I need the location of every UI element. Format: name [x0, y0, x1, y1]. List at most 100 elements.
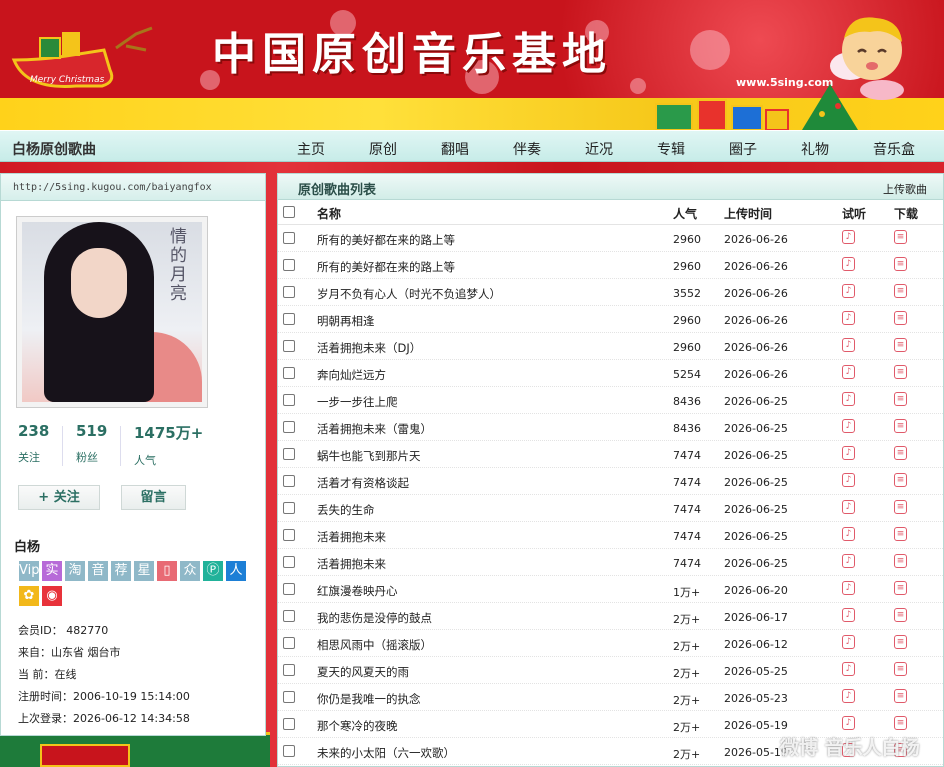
- song-name[interactable]: 活着才有资格谈起: [317, 475, 409, 491]
- download-icon[interactable]: ≡: [894, 311, 907, 325]
- listen-icon[interactable]: ♪: [842, 635, 855, 649]
- download-icon[interactable]: ≡: [894, 608, 907, 622]
- nav-item-accompaniment[interactable]: 伴奏: [513, 139, 541, 159]
- nav-item-circles[interactable]: 圈子: [729, 139, 757, 159]
- download-icon[interactable]: ≡: [894, 689, 907, 703]
- listen-icon[interactable]: ♪: [842, 662, 855, 676]
- row-checkbox[interactable]: [283, 691, 295, 703]
- nav-item-gifts[interactable]: 礼物: [801, 139, 829, 159]
- song-name[interactable]: 未来的小太阳（六一欢歌）: [317, 745, 455, 761]
- listen-icon[interactable]: ♪: [842, 311, 855, 325]
- song-name[interactable]: 相思风雨中（摇滚版）: [317, 637, 432, 653]
- row-checkbox[interactable]: [283, 259, 295, 271]
- follow-button[interactable]: + 关注: [18, 485, 100, 510]
- listen-icon[interactable]: ♪: [842, 716, 855, 730]
- row-checkbox[interactable]: [283, 394, 295, 406]
- listen-icon[interactable]: ♪: [842, 338, 855, 352]
- nav-brand[interactable]: 白杨原创歌曲: [12, 139, 96, 159]
- row-checkbox[interactable]: [283, 286, 295, 298]
- member-badge-icon[interactable]: 淘: [65, 561, 85, 581]
- listen-icon[interactable]: ♪: [842, 689, 855, 703]
- download-icon[interactable]: ≡: [894, 581, 907, 595]
- listen-icon[interactable]: ♪: [842, 500, 855, 514]
- nav-item-home[interactable]: 主页: [297, 139, 325, 159]
- member-badge-icon[interactable]: ◉: [42, 586, 62, 606]
- download-icon[interactable]: ≡: [894, 257, 907, 271]
- member-badge-icon[interactable]: 人: [226, 561, 246, 581]
- profile-url[interactable]: http://5sing.kugou.com/baiyangfox: [1, 174, 265, 201]
- song-name[interactable]: 你仍是我唯一的执念: [317, 691, 421, 707]
- song-name[interactable]: 那个寒冷的夜晚: [317, 718, 398, 734]
- listen-icon[interactable]: ♪: [842, 527, 855, 541]
- song-name[interactable]: 活着拥抱未来（DJ）: [317, 340, 421, 356]
- song-name[interactable]: 夏天的风夏天的雨: [317, 664, 409, 680]
- avatar[interactable]: 情的月亮: [16, 216, 208, 408]
- listen-icon[interactable]: ♪: [842, 365, 855, 379]
- row-checkbox[interactable]: [283, 718, 295, 730]
- listen-icon[interactable]: ♪: [842, 473, 855, 487]
- listen-icon[interactable]: ♪: [842, 392, 855, 406]
- row-checkbox[interactable]: [283, 745, 295, 757]
- row-checkbox[interactable]: [283, 502, 295, 514]
- select-all-checkbox[interactable]: [283, 206, 295, 218]
- member-badge-icon[interactable]: ▯: [157, 561, 177, 581]
- listen-icon[interactable]: ♪: [842, 257, 855, 271]
- download-icon[interactable]: ≡: [894, 500, 907, 514]
- member-badge-icon[interactable]: Ⓟ: [203, 561, 223, 581]
- song-name[interactable]: 明朝再相逢: [317, 313, 375, 329]
- member-badge-icon[interactable]: 众: [180, 561, 200, 581]
- song-name[interactable]: 岁月不负有心人（时光不负追梦人）: [317, 286, 501, 302]
- listen-icon[interactable]: ♪: [842, 554, 855, 568]
- upload-song-link[interactable]: 上传歌曲: [883, 181, 927, 197]
- row-checkbox[interactable]: [283, 232, 295, 244]
- listen-icon[interactable]: ♪: [842, 284, 855, 298]
- nav-item-original[interactable]: 原创: [369, 139, 397, 159]
- song-name[interactable]: 我的悲伤是没停的鼓点: [317, 610, 432, 626]
- download-icon[interactable]: ≡: [894, 716, 907, 730]
- download-icon[interactable]: ≡: [894, 338, 907, 352]
- listen-icon[interactable]: ♪: [842, 446, 855, 460]
- song-name[interactable]: 丢失的生命: [317, 502, 375, 518]
- member-badge-icon[interactable]: Vip: [19, 561, 39, 581]
- song-name[interactable]: 一步一步往上爬: [317, 394, 398, 410]
- row-checkbox[interactable]: [283, 475, 295, 487]
- row-checkbox[interactable]: [283, 556, 295, 568]
- song-name[interactable]: 活着拥抱未来（雷鬼）: [317, 421, 432, 437]
- listen-icon[interactable]: ♪: [842, 581, 855, 595]
- song-name[interactable]: 所有的美好都在来的路上等: [317, 232, 455, 248]
- download-icon[interactable]: ≡: [894, 635, 907, 649]
- row-checkbox[interactable]: [283, 529, 295, 541]
- song-name[interactable]: 蜗牛也能飞到那片天: [317, 448, 421, 464]
- listen-icon[interactable]: ♪: [842, 230, 855, 244]
- member-badge-icon[interactable]: 荐: [111, 561, 131, 581]
- nav-item-albums[interactable]: 专辑: [657, 139, 685, 159]
- row-checkbox[interactable]: [283, 448, 295, 460]
- row-checkbox[interactable]: [283, 340, 295, 352]
- listen-icon[interactable]: ♪: [842, 608, 855, 622]
- nav-item-cover[interactable]: 翻唱: [441, 139, 469, 159]
- row-checkbox[interactable]: [283, 610, 295, 622]
- member-badge-icon[interactable]: 实: [42, 561, 62, 581]
- download-icon[interactable]: ≡: [894, 473, 907, 487]
- song-name[interactable]: 活着拥抱未来: [317, 529, 386, 545]
- download-icon[interactable]: ≡: [894, 554, 907, 568]
- download-icon[interactable]: ≡: [894, 419, 907, 433]
- member-badge-icon[interactable]: 音: [88, 561, 108, 581]
- row-checkbox[interactable]: [283, 367, 295, 379]
- download-icon[interactable]: ≡: [894, 392, 907, 406]
- row-checkbox[interactable]: [283, 664, 295, 676]
- message-button[interactable]: 留言: [121, 485, 186, 510]
- row-checkbox[interactable]: [283, 583, 295, 595]
- nav-item-updates[interactable]: 近况: [585, 139, 613, 159]
- download-icon[interactable]: ≡: [894, 446, 907, 460]
- row-checkbox[interactable]: [283, 637, 295, 649]
- download-icon[interactable]: ≡: [894, 365, 907, 379]
- download-icon[interactable]: ≡: [894, 230, 907, 244]
- download-icon[interactable]: ≡: [894, 284, 907, 298]
- download-icon[interactable]: ≡: [894, 527, 907, 541]
- stat-following[interactable]: 238 关注: [18, 422, 49, 465]
- member-badge-icon[interactable]: 星: [134, 561, 154, 581]
- row-checkbox[interactable]: [283, 313, 295, 325]
- song-name[interactable]: 红旗漫卷映丹心: [317, 583, 398, 599]
- song-name[interactable]: 所有的美好都在来的路上等: [317, 259, 455, 275]
